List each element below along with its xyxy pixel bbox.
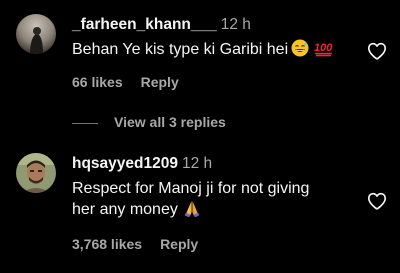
comment-header: hqsayyed1209 12 h xyxy=(72,155,212,173)
like-heart-icon[interactable] xyxy=(366,190,388,212)
comment-1: _farheen_khann___ 12 h Behan Ye kis type … xyxy=(0,0,400,110)
comment-meta: 66 likes Reply xyxy=(72,74,179,90)
comment-text-line-2-wrap: her any money xyxy=(72,199,362,220)
like-heart-icon[interactable] xyxy=(366,40,388,62)
avatar[interactable] xyxy=(16,153,56,193)
comment-text: Respect for Manoj ji for not giving her … xyxy=(72,178,362,220)
comment-2: hqsayyed1209 12 h Respect for Manoj ji fo… xyxy=(0,140,400,270)
comment-text: Behan Ye kis type ki Garibi hei 100 xyxy=(72,39,334,60)
avatar[interactable] xyxy=(16,14,56,54)
comment-meta: 3,768 likes Reply xyxy=(72,236,198,252)
comment-text-line-1: Respect for Manoj ji for not giving xyxy=(72,180,310,197)
username[interactable]: hqsayyed1209 xyxy=(72,155,178,172)
comment-header: _farheen_khann___ 12 h xyxy=(72,16,251,34)
reply-button[interactable]: Reply xyxy=(141,74,179,90)
comment-text-line-2: her any money xyxy=(72,201,178,218)
folded-hands-emoji xyxy=(184,200,200,217)
like-count[interactable]: 66 likes xyxy=(72,74,123,90)
view-replies-label: View all 3 replies xyxy=(114,114,226,130)
hundred-points-emoji: 100 xyxy=(314,39,334,57)
reply-button[interactable]: Reply xyxy=(160,236,198,252)
like-count[interactable]: 3,768 likes xyxy=(72,236,142,252)
divider-line xyxy=(72,123,98,124)
username[interactable]: _farheen_khann___ xyxy=(72,16,217,33)
grinning-sweat-emoji xyxy=(291,39,309,57)
svg-text:100: 100 xyxy=(314,42,333,54)
comment-text-content: Behan Ye kis type ki Garibi hei xyxy=(72,41,289,58)
timestamp: 12 h xyxy=(182,155,213,172)
timestamp: 12 h xyxy=(220,16,251,33)
